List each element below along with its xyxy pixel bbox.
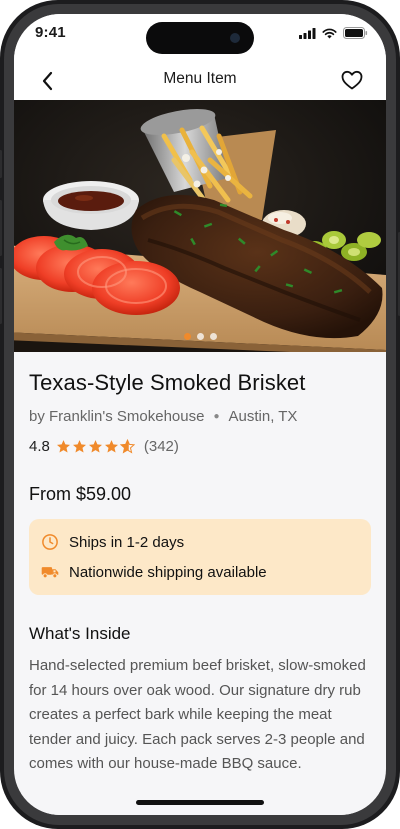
truck-icon — [41, 563, 59, 581]
action-button — [0, 150, 2, 178]
dynamic-island — [146, 22, 254, 54]
heart-icon — [341, 70, 363, 90]
star-icon — [104, 440, 118, 453]
front-camera — [230, 33, 240, 43]
clock-icon — [41, 533, 59, 551]
volume-up-button — [0, 200, 2, 256]
star-half-icon — [119, 439, 135, 454]
home-indicator-area — [14, 793, 386, 815]
star-icon — [72, 440, 86, 453]
star-icon — [56, 440, 70, 453]
status-time: 9:41 — [35, 24, 66, 41]
volume-down-button — [0, 268, 2, 324]
vendor-name[interactable]: by Franklin's Smokehouse — [29, 408, 204, 425]
page-title: Menu Item — [163, 70, 237, 87]
phone-frame: 9:41 Menu Item Texas-Style Smoked Briske… — [0, 0, 400, 829]
carousel-dot[interactable] — [209, 333, 217, 340]
shipping-coverage-text: Nationwide shipping available — [69, 563, 267, 581]
status-icons — [299, 27, 368, 39]
price-label: From $59.00 — [29, 484, 132, 504]
star-rating — [56, 439, 136, 454]
product-photo — [14, 100, 386, 352]
product-description: Hand-selected premium beef brisket, slow… — [29, 657, 366, 772]
carousel-dot[interactable] — [183, 333, 191, 340]
separator-dot: ● — [213, 411, 220, 422]
product-image-carousel[interactable] — [14, 100, 386, 352]
rating-row[interactable]: 4.8 (342) — [29, 438, 179, 455]
shipping-info-box: Ships in 1-2 days Nationwide shipping av… — [29, 519, 371, 595]
rating-value: 4.8 — [29, 438, 50, 455]
section-heading-whats-inside: What's Inside — [29, 624, 131, 643]
navigation-bar: Menu Item — [14, 60, 386, 100]
shipping-coverage-row: Nationwide shipping available — [41, 563, 267, 581]
vendor-location: Austin, TX — [228, 408, 298, 425]
carousel-dot[interactable] — [196, 333, 204, 340]
carousel-indicator — [14, 333, 386, 340]
screen: 9:41 Menu Item Texas-Style Smoked Briske… — [14, 14, 386, 815]
wifi-icon — [322, 28, 337, 38]
star-icon — [88, 440, 102, 453]
vendor-line: by Franklin's Smokehouse ● Austin, TX — [29, 408, 297, 425]
cellular-signal-icon — [299, 27, 316, 39]
review-count: (342) — [143, 438, 179, 455]
battery-icon — [343, 27, 368, 39]
shipping-eta-row: Ships in 1-2 days — [41, 533, 184, 551]
shipping-eta-text: Ships in 1-2 days — [69, 533, 185, 551]
status-bar: 9:41 — [14, 14, 386, 60]
home-indicator[interactable] — [136, 800, 264, 805]
product-title: Texas-Style Smoked Brisket — [29, 370, 306, 395]
favorite-button[interactable] — [340, 68, 364, 92]
